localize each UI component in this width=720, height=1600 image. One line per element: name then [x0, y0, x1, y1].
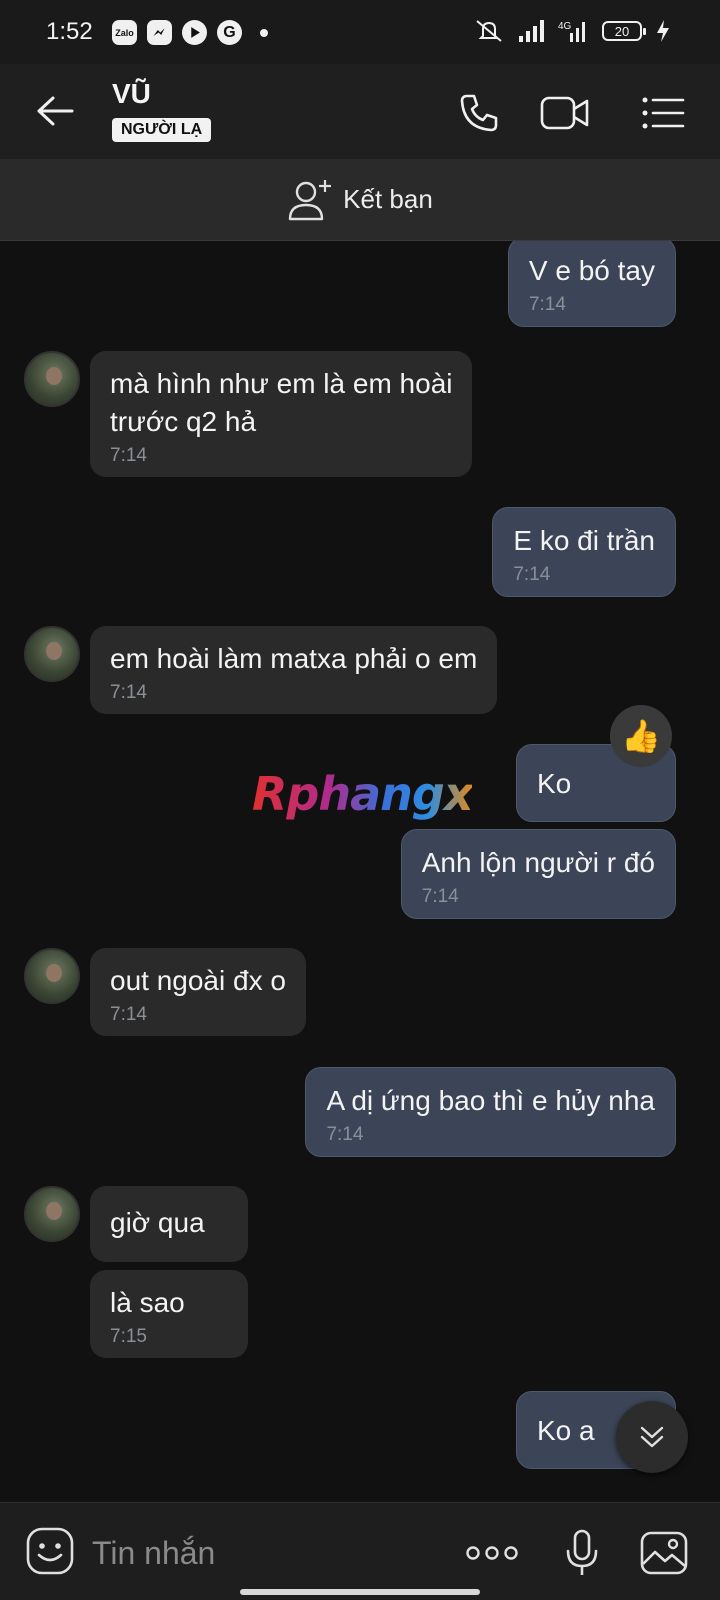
thumbs-up-reaction[interactable]: 👍: [610, 705, 672, 767]
message-bubble-outgoing[interactable]: V e bó tay 7:14: [507, 241, 676, 327]
message-bubble-incoming[interactable]: giờ qua: [90, 1186, 248, 1262]
menu-list-icon: [642, 97, 685, 129]
system-icons: 4G 20: [474, 18, 670, 44]
contact-name[interactable]: VŨ: [112, 78, 151, 110]
signal-icon: [519, 20, 544, 42]
network-4g-icon: 4G: [558, 19, 588, 43]
google-icon: G: [217, 20, 242, 45]
message-bubble-incoming[interactable]: out ngoài đx o 7:14: [90, 948, 306, 1036]
message-bubble-incoming[interactable]: mà hình như em là em hoài trước q2 hả 7:…: [90, 351, 473, 477]
more-icon: [466, 1546, 518, 1560]
message-bubble-outgoing[interactable]: Anh lộn người r đó 7:14: [400, 829, 676, 919]
message-bubble-incoming[interactable]: em hoài làm matxa phải o em 7:14: [90, 626, 498, 714]
video-icon: [540, 96, 589, 130]
options-menu-button[interactable]: [636, 86, 690, 140]
microphone-icon: [566, 1529, 598, 1575]
double-chevron-down-icon: [640, 1426, 664, 1448]
image-button[interactable]: [636, 1525, 692, 1581]
stranger-badge: NGƯỜI LẠ: [112, 118, 212, 142]
mute-icon: [476, 20, 502, 42]
phone-icon: [460, 94, 498, 132]
contact-avatar[interactable]: [24, 1186, 80, 1242]
contact-avatar[interactable]: [24, 948, 80, 1004]
voice-button[interactable]: [554, 1525, 610, 1581]
home-indicator[interactable]: [240, 1589, 480, 1595]
battery-icon: 20: [602, 21, 646, 41]
message-list[interactable]: V e bó tay 7:14 mà hình như em là em hoà…: [0, 241, 720, 1502]
message-composer: [0, 1502, 720, 1600]
contact-avatar[interactable]: [24, 626, 80, 682]
message-bubble-outgoing[interactable]: E ko đi trần 7:14: [492, 507, 676, 597]
contact-avatar[interactable]: [24, 351, 80, 407]
message-input[interactable]: [92, 1531, 452, 1575]
back-button[interactable]: [30, 86, 80, 136]
image-icon: [640, 1531, 688, 1575]
more-notifications-dot: [260, 28, 268, 37]
thumbs-up-icon: 👍: [621, 718, 661, 754]
charging-icon: [657, 20, 669, 42]
add-friend-button[interactable]: Kết bạn: [0, 159, 720, 241]
message-bubble-outgoing[interactable]: A dị ứng bao thì e hủy nha 7:14: [305, 1067, 676, 1157]
video-call-button[interactable]: [538, 86, 592, 140]
youtube-icon: [182, 20, 207, 45]
add-friend-label: Kết bạn: [343, 184, 433, 214]
zalo-icon: Zalo: [112, 20, 137, 45]
add-friend-icon: [288, 179, 332, 220]
back-arrow-icon: [37, 96, 74, 126]
status-time: 1:52: [46, 18, 93, 45]
messenger-icon: [147, 20, 172, 45]
more-button[interactable]: [464, 1525, 520, 1581]
status-bar: 1:52 Zalo G 4G 20: [0, 0, 720, 64]
call-button[interactable]: [452, 86, 506, 140]
emoji-icon: [26, 1527, 74, 1575]
notification-icons: Zalo G: [112, 20, 268, 45]
chat-header: VŨ NGƯỜI LẠ: [0, 64, 720, 159]
message-bubble-incoming[interactable]: là sao 7:15: [90, 1270, 248, 1358]
watermark-logo: Rphangx: [252, 767, 473, 821]
emoji-button[interactable]: [24, 1525, 76, 1577]
scroll-to-bottom-button[interactable]: [616, 1401, 688, 1473]
